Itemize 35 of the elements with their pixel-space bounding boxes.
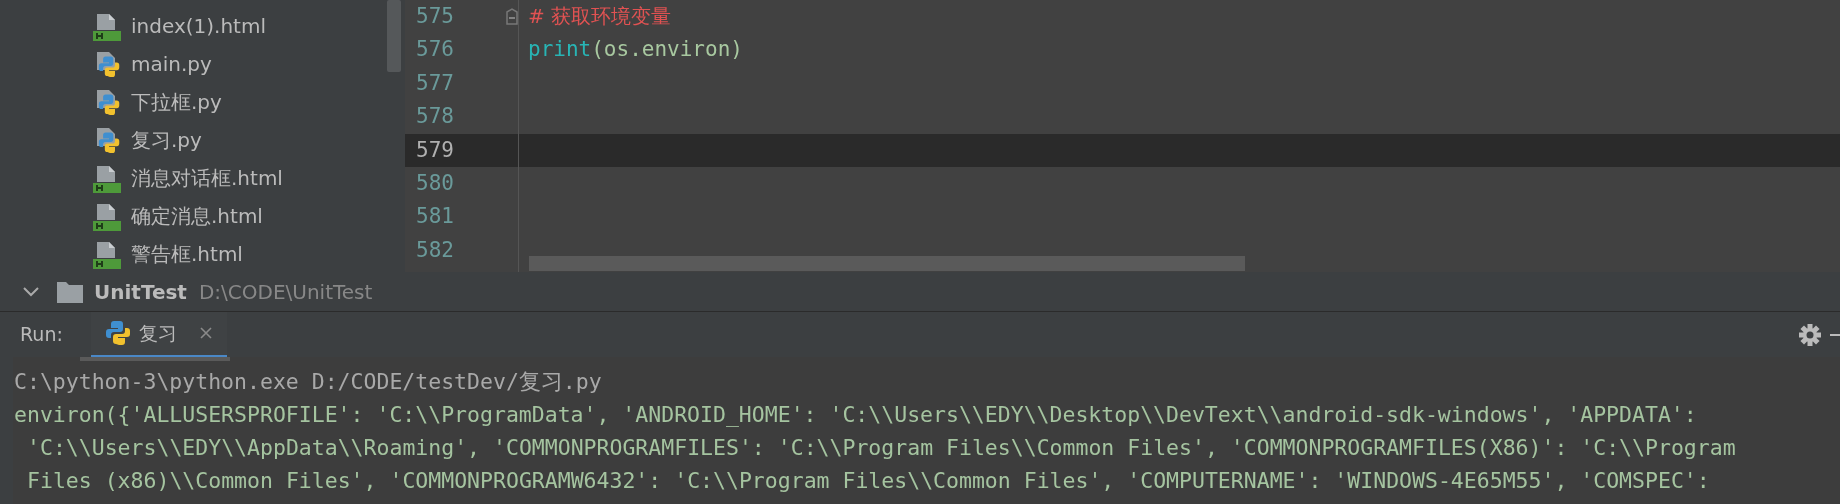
- folder-name: UnitTest: [94, 279, 187, 306]
- console-text: 'C:\\Users\\EDY\\AppData\\Roaming', 'COMMONPROGRAMFILES': 'C:\\Program Files\\Common Files', 'COMMONPROGRAMFILES(X86)': 'C:\\Program: [27, 434, 1736, 462]
- file-name[interactable]: 确定消息.html: [131, 201, 263, 231]
- console-text: Files (x86)\\Common Files', 'COMMONPROGRAMW6432': 'C:\\Program Files\\Common Files', 'COMPUTERNAME': 'WINDOWS-4E65M55', 'COMSPEC':: [27, 467, 1710, 495]
- file-name[interactable]: 消息对话框.html: [131, 163, 283, 193]
- line-number: 580: [416, 170, 454, 195]
- html-file-icon: [93, 201, 121, 231]
- panel-label: Run:: [20, 322, 63, 348]
- console-text: C:\python-3\python.exe D:/CODE/testDev/复习.py: [14, 368, 602, 396]
- folder-path: D:\CODE\UnitTest: [198, 279, 373, 306]
- code-line: # 获取环境变量: [528, 2, 672, 30]
- file-name[interactable]: 下拉框.py: [131, 87, 222, 117]
- line-number: 581: [416, 204, 454, 229]
- file-name[interactable]: main.py: [131, 49, 212, 79]
- file-name[interactable]: index(1).html: [131, 11, 266, 41]
- scrollbar[interactable]: [80, 357, 230, 361]
- close-icon: [198, 326, 213, 340]
- scrollbar[interactable]: [387, 0, 401, 72]
- line-number: 576: [416, 37, 454, 62]
- html-file-icon: [93, 11, 121, 41]
- html-file-icon: [93, 239, 121, 269]
- minimize-icon[interactable]: [1830, 333, 1840, 336]
- line-number: 577: [416, 70, 454, 95]
- line-number: 578: [416, 104, 454, 129]
- file-name[interactable]: 复习.py: [131, 125, 202, 155]
- python-icon: [104, 318, 131, 348]
- settings-icon[interactable]: [1798, 322, 1822, 347]
- scrollbar[interactable]: [529, 256, 1245, 271]
- line-number: 582: [416, 237, 454, 262]
- code-line: print(os.environ): [528, 36, 743, 64]
- file-name[interactable]: 警告框.html: [131, 239, 243, 269]
- console-text: environ({'ALLUSERSPROFILE': 'C:\\ProgramData', 'ANDROID_HOME': 'C:\\Users\\EDY\\Desktop\\DevText\\android-sdk-windows', 'APPDATA':: [14, 401, 1697, 429]
- line-number: 575: [416, 3, 454, 28]
- line-number: 579: [416, 137, 454, 162]
- html-file-icon: [93, 163, 121, 193]
